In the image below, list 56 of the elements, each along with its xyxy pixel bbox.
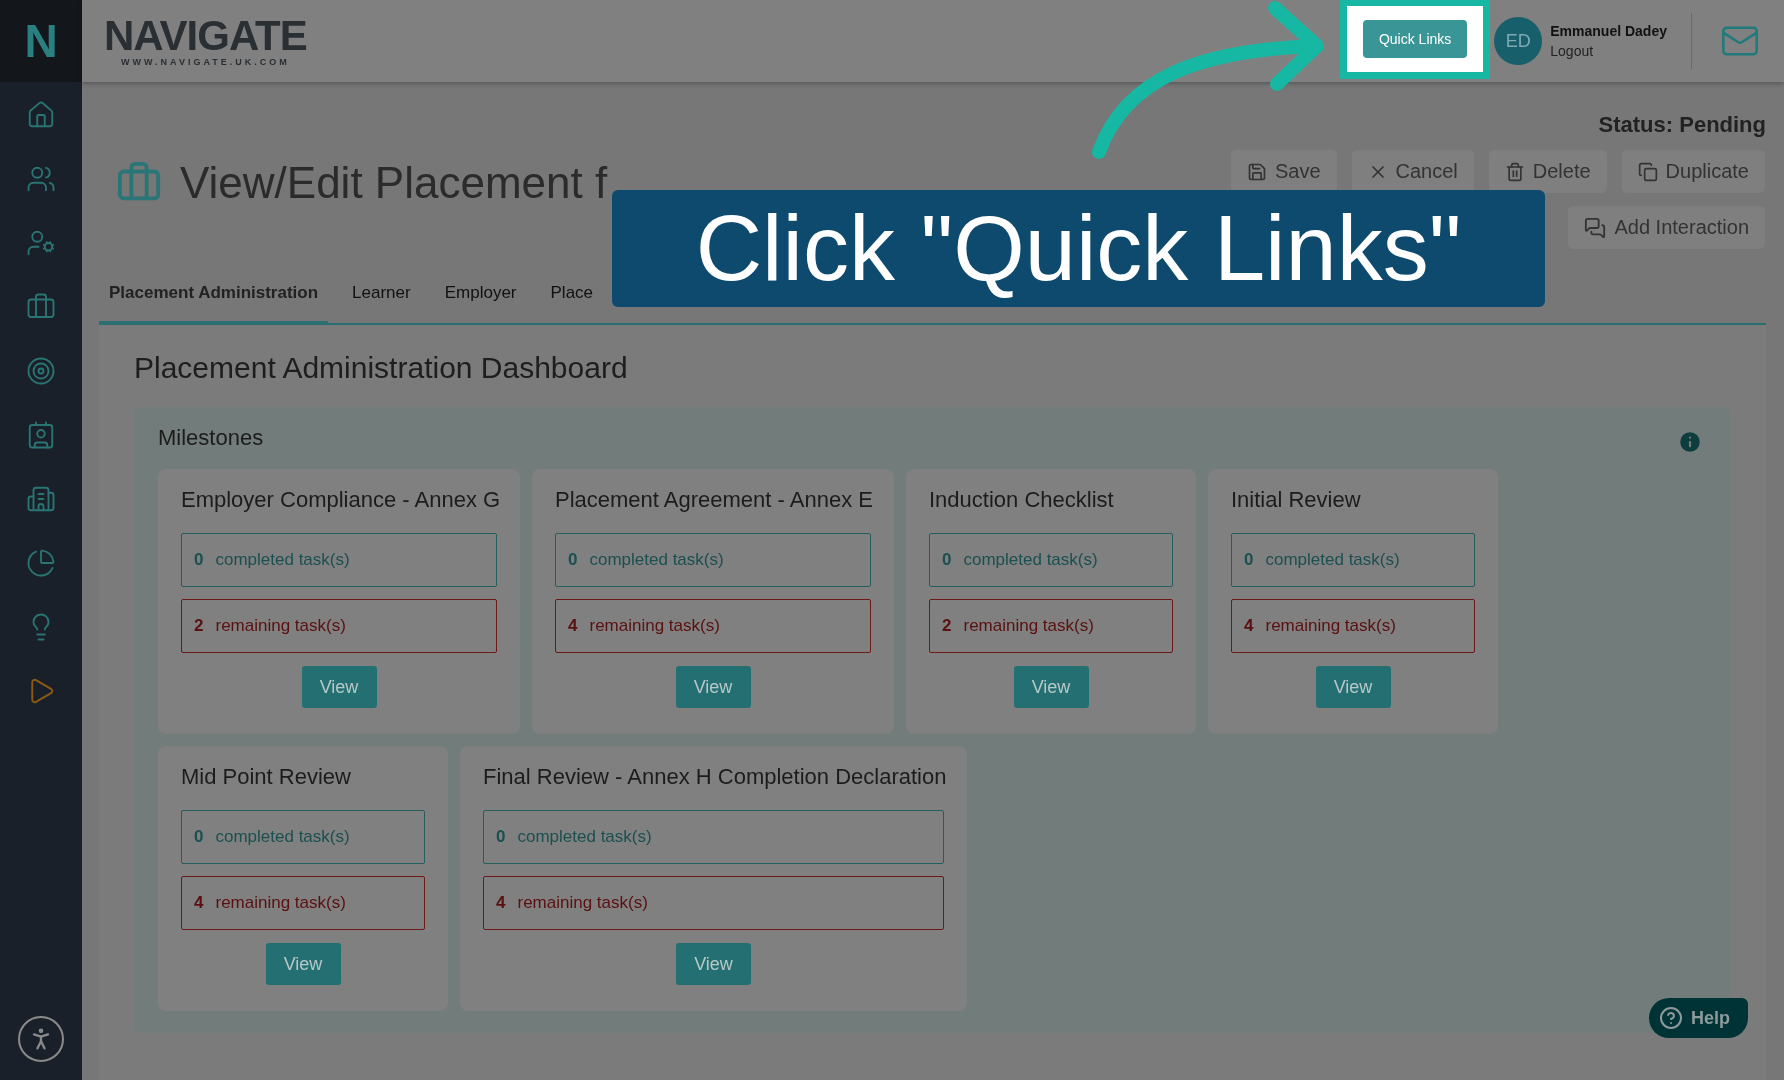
dashboard-title: Placement Administration Dashboard [134, 351, 629, 385]
accessibility-icon[interactable] [18, 1016, 64, 1062]
target-icon[interactable] [26, 356, 56, 386]
user-avatar[interactable]: ED [1494, 17, 1543, 65]
info-icon[interactable] [1677, 429, 1703, 455]
copy-icon [1637, 161, 1658, 182]
remaining-tasks[interactable]: 4 remaining task(s) [181, 876, 425, 930]
help-icon [1659, 1006, 1683, 1030]
status-label: Status: Pending [1598, 112, 1766, 138]
navigate-logo[interactable]: NAVIGATE WWW.NAVIGATE.UK.COM [104, 15, 307, 67]
milestones-title: Milestones [158, 425, 264, 451]
completed-tasks[interactable]: 0 completed task(s) [1231, 533, 1475, 587]
tab[interactable]: Place [540, 265, 594, 325]
delete-button[interactable]: Delete [1487, 149, 1608, 194]
remaining-tasks[interactable]: 2 remaining task(s) [929, 599, 1173, 653]
completed-tasks[interactable]: 0 completed task(s) [181, 533, 497, 587]
help-button[interactable]: Help [1649, 998, 1748, 1038]
completed-tasks[interactable]: 0 completed task(s) [555, 533, 871, 587]
quick-links-button[interactable]: Quick Links [1362, 20, 1468, 58]
user-name: Emmanuel Dadey [1550, 23, 1667, 39]
interaction-button[interactable]: Add Interaction [1567, 205, 1766, 250]
view-button[interactable]: View [1315, 666, 1391, 708]
instruction-callout: Click "Quick Links" [612, 190, 1545, 307]
save-icon [1246, 161, 1267, 182]
milestone-title: Employer Compliance - Annex G [181, 487, 497, 513]
milestone-title: Initial Review [1231, 487, 1362, 513]
contact-card-icon[interactable] [26, 420, 56, 450]
pie-chart-icon[interactable] [26, 548, 56, 578]
view-button[interactable]: View [676, 943, 751, 985]
view-button[interactable]: View [1013, 666, 1089, 708]
milestone-title: Placement Agreement - Annex E [555, 487, 871, 513]
page-title: View/Edit Placement f [180, 158, 608, 208]
app-logo[interactable]: N [0, 0, 82, 82]
completed-tasks[interactable]: 0 completed task(s) [483, 810, 944, 864]
remaining-tasks[interactable]: 4 remaining task(s) [1231, 599, 1475, 653]
milestone-title: Final Review - Annex H Completion Declaration [483, 764, 944, 790]
home-icon[interactable] [26, 100, 56, 130]
logout-link[interactable]: Logout [1550, 43, 1667, 59]
view-button[interactable]: View [675, 666, 751, 708]
building-icon[interactable] [26, 484, 56, 514]
tab[interactable]: Learner [342, 265, 421, 325]
chat-icon [1584, 216, 1607, 239]
milestone-title: Induction Checklist [929, 487, 1115, 513]
view-button[interactable]: View [265, 943, 341, 985]
completed-tasks[interactable]: 0 completed task(s) [929, 533, 1173, 587]
view-button[interactable]: View [301, 666, 377, 708]
tab[interactable]: Employer [434, 265, 527, 325]
trash-icon [1504, 161, 1525, 182]
milestone-title: Mid Point Review [181, 764, 352, 790]
remaining-tasks[interactable]: 4 remaining task(s) [555, 599, 871, 653]
remaining-tasks[interactable]: 2 remaining task(s) [181, 599, 497, 653]
remaining-tasks[interactable]: 4 remaining task(s) [483, 876, 944, 930]
users-icon[interactable] [26, 164, 56, 194]
user-gear-icon[interactable] [26, 228, 56, 258]
duplicate-button[interactable]: Duplicate [1620, 149, 1766, 194]
completed-tasks[interactable]: 0 completed task(s) [181, 810, 425, 864]
